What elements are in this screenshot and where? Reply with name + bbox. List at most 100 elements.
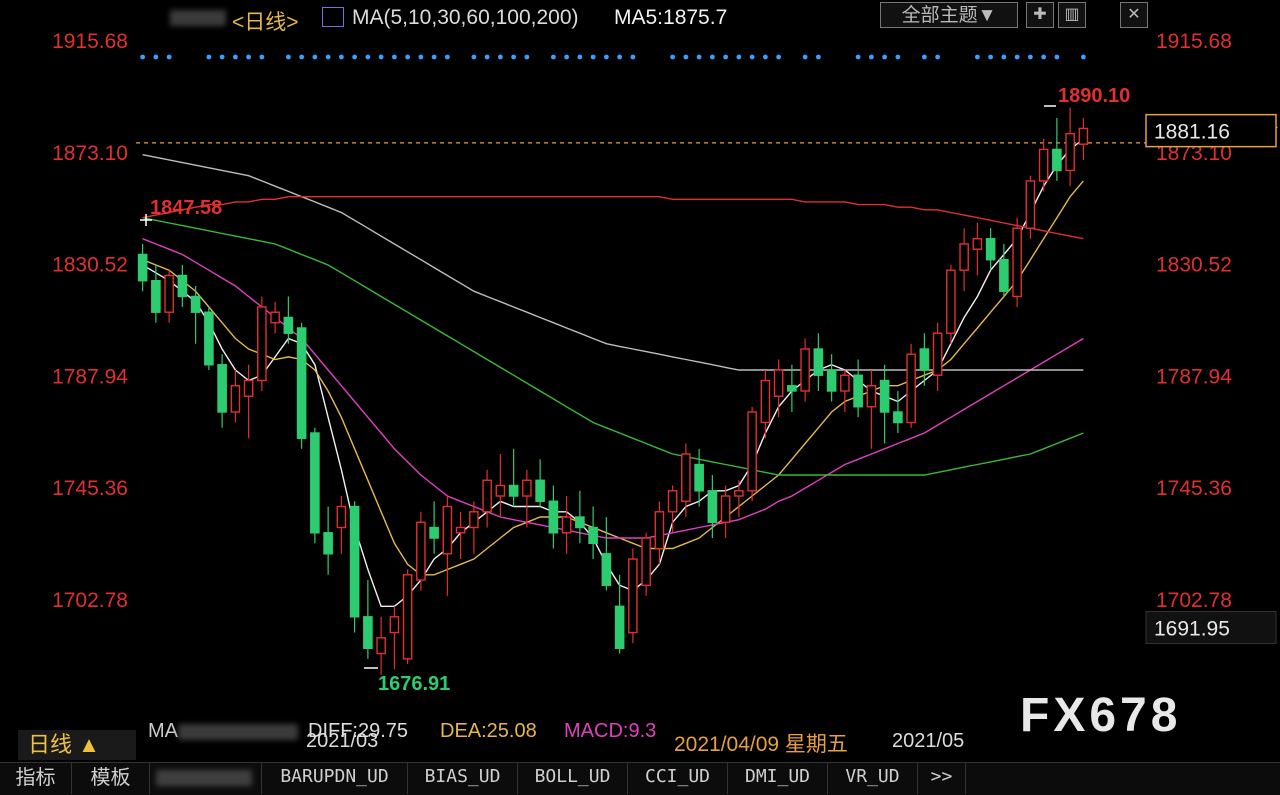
start-price-annotation: 1847.58 [150, 197, 222, 219]
low-price-annotation: 1676.91 [378, 673, 450, 695]
ma-line-ma200 [142, 195, 1084, 240]
candle [1052, 117, 1062, 181]
candle [151, 264, 161, 323]
candle [985, 228, 996, 271]
close-icon[interactable]: ✕ [1120, 2, 1148, 28]
event-dot [882, 54, 888, 60]
event-dot [524, 54, 530, 60]
candle [720, 485, 731, 539]
event-dot [974, 54, 980, 60]
event-dot [709, 54, 715, 60]
candle [548, 485, 559, 549]
y-tick-left-5: 1702.78 [52, 589, 128, 612]
candle [694, 448, 704, 507]
candle [773, 359, 784, 418]
candle [442, 496, 453, 596]
candle [217, 354, 227, 428]
candle [323, 506, 333, 575]
event-dot [484, 54, 490, 60]
event-dot [815, 54, 821, 60]
event-dot [1080, 54, 1086, 60]
tab-more[interactable]: >> [918, 762, 966, 794]
ma-indicator-icon[interactable] [322, 7, 344, 27]
candle [204, 306, 214, 370]
tab-barupdn[interactable]: BARUPDN_UD [262, 762, 408, 794]
event-dot [696, 54, 702, 60]
event-dot [259, 54, 265, 60]
event-dot [391, 54, 397, 60]
candle [535, 459, 545, 507]
candle [469, 501, 479, 554]
candle [561, 496, 572, 554]
ma-params[interactable]: MA(5,10,30,60,100,200) [352, 6, 579, 30]
event-dot [603, 54, 609, 60]
candle [707, 475, 718, 539]
y-tick-right-2: 1830.52 [1156, 254, 1232, 277]
period-label[interactable]: <日线> [232, 6, 299, 36]
tab-blurred[interactable] [150, 762, 262, 794]
event-dot [325, 54, 331, 60]
event-dot [617, 54, 623, 60]
event-dot [776, 54, 782, 60]
event-dot [921, 54, 927, 60]
event-dot [590, 54, 596, 60]
blurred-tab [156, 770, 252, 786]
candles [137, 107, 1089, 675]
event-dots [140, 54, 1086, 60]
event-dot [723, 54, 729, 60]
event-dot [431, 54, 437, 60]
event-dot [166, 54, 172, 60]
candle [416, 511, 426, 591]
candle [270, 301, 280, 334]
tab-dmi[interactable]: DMI_UD [728, 762, 828, 794]
candle [376, 616, 386, 675]
y-tick-left-2: 1830.52 [52, 254, 128, 277]
candlestick-chart[interactable]: 1847.581890.101676.91 1915.68 1915.681873… [0, 0, 1280, 716]
y-tick-left-1: 1873.10 [52, 142, 128, 165]
candle [296, 322, 307, 449]
chart-tool-icon[interactable]: ▥ [1058, 2, 1086, 28]
candle [813, 333, 824, 391]
candle [641, 532, 651, 596]
crosshair-icon[interactable]: ✚ [1026, 2, 1054, 28]
candle [667, 485, 678, 533]
event-dot [550, 54, 556, 60]
event-dot [140, 54, 146, 60]
event-dot [418, 54, 424, 60]
candle [495, 454, 506, 518]
tab-cci[interactable]: CCI_UD [628, 762, 728, 794]
event-dot [683, 54, 689, 60]
tab-bias[interactable]: BIAS_UD [408, 762, 518, 794]
event-dot [471, 54, 477, 60]
candle [959, 228, 969, 292]
event-dot [1041, 54, 1047, 60]
candle [906, 343, 916, 428]
candle [508, 448, 519, 507]
blurred-indicator [178, 724, 298, 740]
candle [1065, 107, 1075, 187]
selected-date: 2021/04/09 星期五 [674, 733, 848, 756]
candle [747, 406, 757, 502]
event-dot [564, 54, 570, 60]
y-tick-right-5: 1702.78 [1156, 589, 1232, 612]
watermark: FX678 [1020, 689, 1182, 742]
theme-dropdown-button[interactable]: 全部主题▼ [880, 2, 1018, 28]
candle [893, 390, 903, 434]
candle [164, 270, 174, 323]
y-tick-left-4: 1745.36 [52, 477, 128, 500]
event-dot [285, 54, 291, 60]
candle [628, 548, 638, 644]
y-tick-right-3: 1787.94 [1156, 365, 1232, 388]
candle [137, 243, 148, 292]
candle [243, 364, 254, 439]
event-dot [736, 54, 742, 60]
period-selector[interactable]: 日线 ▲ [18, 730, 136, 760]
event-dot [299, 54, 305, 60]
tab-boll[interactable]: BOLL_UD [518, 762, 628, 794]
high-price-annotation: 1890.10 [1058, 85, 1130, 107]
event-dot [497, 54, 503, 60]
event-dot [405, 54, 411, 60]
tab-indicator[interactable]: 指标 [0, 762, 72, 794]
tab-template[interactable]: 模板 [72, 762, 150, 794]
tab-vr[interactable]: VR_UD [828, 762, 918, 794]
